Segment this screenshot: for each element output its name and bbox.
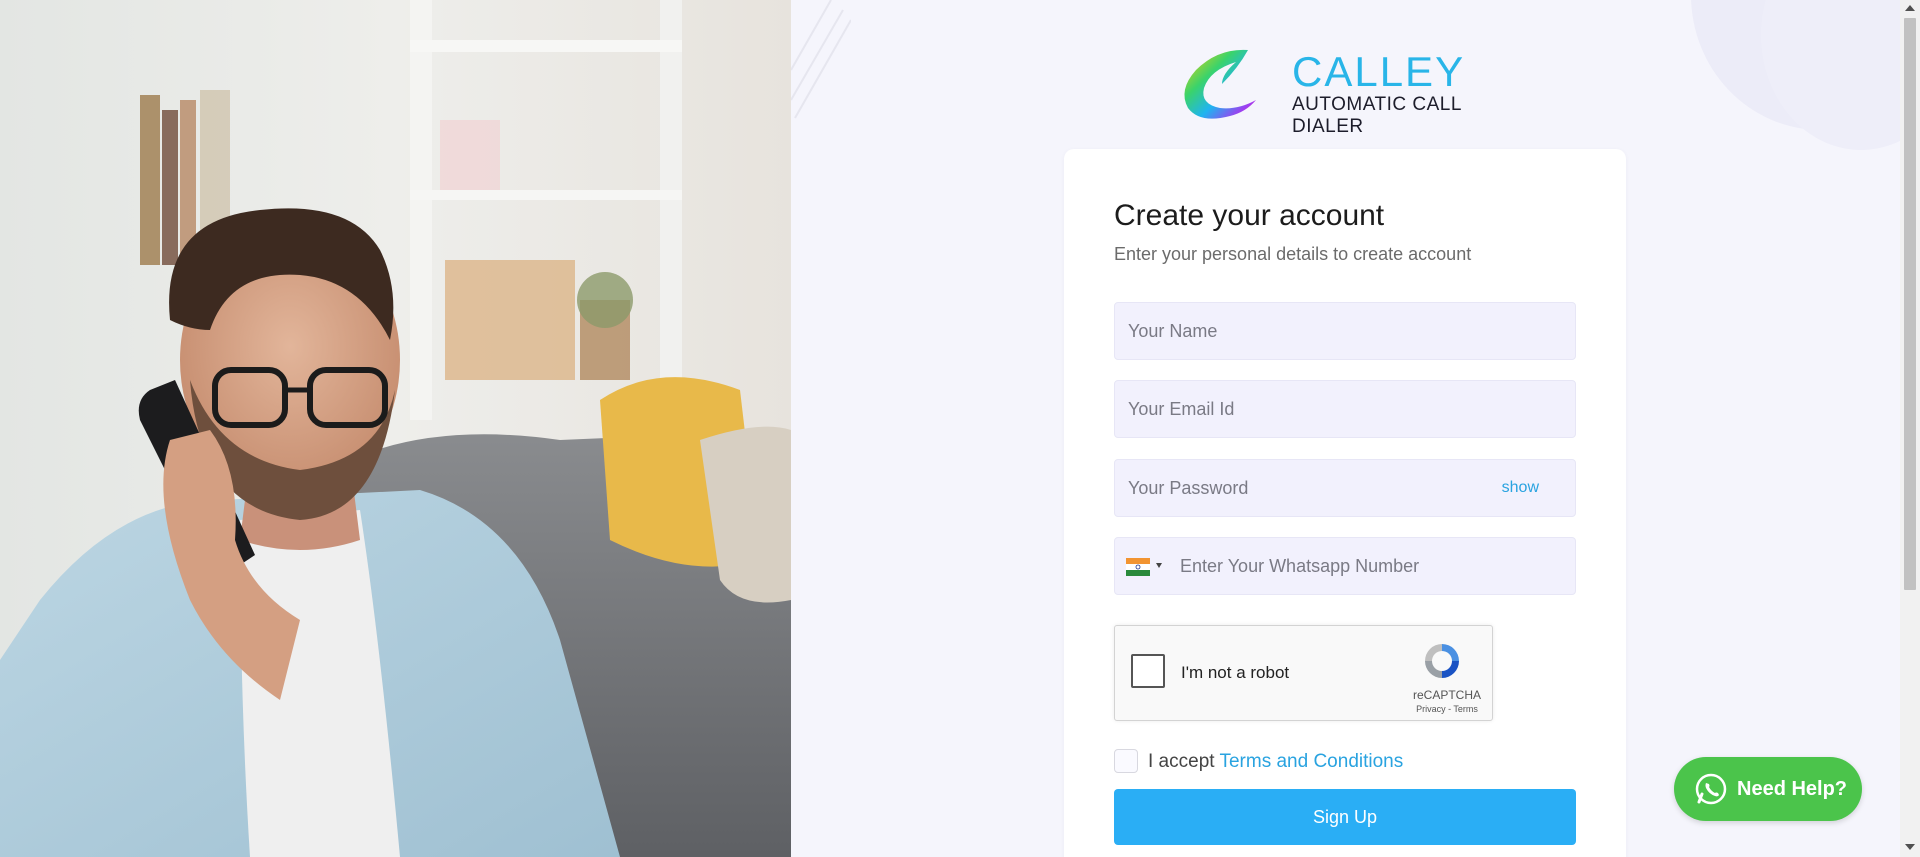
whatsapp-icon bbox=[1695, 773, 1727, 805]
recaptcha-checkbox[interactable] bbox=[1131, 654, 1165, 688]
hero-photo bbox=[0, 0, 791, 857]
signup-card: Create your account Enter your personal … bbox=[1064, 149, 1626, 857]
need-help-button[interactable]: Need Help? bbox=[1674, 757, 1862, 821]
terms-link[interactable]: Terms and Conditions bbox=[1219, 751, 1403, 772]
email-input[interactable] bbox=[1115, 381, 1575, 437]
sign-up-button[interactable]: Sign Up bbox=[1114, 789, 1576, 845]
brand-tagline: AUTOMATIC CALL DIALER bbox=[1292, 94, 1462, 137]
scroll-up-arrow-icon[interactable] bbox=[1905, 5, 1915, 11]
scroll-thumb[interactable] bbox=[1904, 18, 1916, 590]
recaptcha-logo-icon bbox=[1425, 644, 1459, 678]
decorative-stripes bbox=[791, 0, 851, 119]
scroll-down-arrow-icon[interactable] bbox=[1905, 844, 1915, 850]
calley-logo-mark-icon bbox=[1184, 49, 1256, 119]
calley-logo: CALLEY AUTOMATIC CALL DIALER bbox=[1178, 44, 1518, 137]
name-input[interactable] bbox=[1115, 303, 1575, 359]
decorative-circle-inner bbox=[1761, 0, 1900, 150]
email-field bbox=[1114, 380, 1576, 438]
whatsapp-number-input[interactable] bbox=[1115, 538, 1575, 594]
terms-checkbox[interactable] bbox=[1114, 749, 1138, 773]
page-title: Create your account bbox=[1114, 199, 1385, 232]
brand-name: CALLEY bbox=[1292, 48, 1466, 95]
need-help-label: Need Help? bbox=[1737, 778, 1848, 800]
page-scrollbar[interactable] bbox=[1900, 0, 1920, 857]
recaptcha-label: I'm not a robot bbox=[1181, 663, 1290, 682]
recaptcha-widget: I'm not a robot reCAPTCHA Privacy - Term… bbox=[1114, 625, 1493, 721]
show-password-toggle[interactable]: show bbox=[1502, 479, 1539, 497]
name-field bbox=[1114, 302, 1576, 360]
recaptcha-brand: reCAPTCHA bbox=[1412, 688, 1481, 702]
terms-text: I accept Terms and Conditions bbox=[1148, 751, 1403, 773]
terms-prefix: I accept bbox=[1148, 751, 1220, 772]
whatsapp-field bbox=[1114, 537, 1576, 595]
man-on-phone-illustration bbox=[0, 0, 791, 857]
recaptcha-links[interactable]: Privacy - Terms bbox=[1407, 704, 1487, 714]
page-subtitle: Enter your personal details to create ac… bbox=[1114, 244, 1472, 264]
password-field: show bbox=[1114, 459, 1576, 517]
